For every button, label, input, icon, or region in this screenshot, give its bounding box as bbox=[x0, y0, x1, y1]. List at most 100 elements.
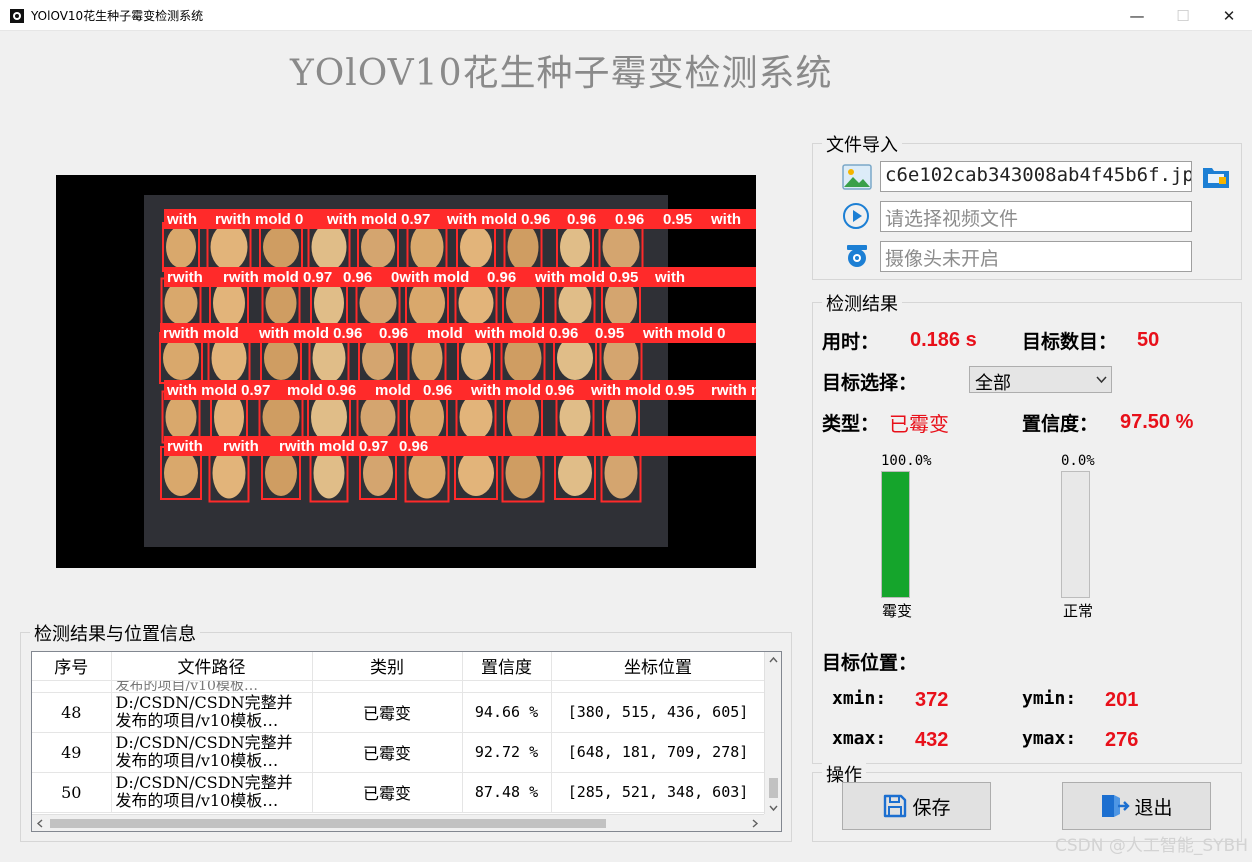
minimize-button[interactable]: — bbox=[1114, 0, 1160, 31]
horizontal-scrollbar[interactable] bbox=[32, 814, 765, 831]
folder-icon[interactable] bbox=[1201, 162, 1231, 190]
video-file-field[interactable]: 请选择视频文件 bbox=[880, 201, 1192, 232]
header-class[interactable]: 类别 bbox=[312, 652, 463, 681]
detection-label: 0.96 bbox=[379, 325, 408, 342]
table-row[interactable]: 发布的项目/v10模板… bbox=[32, 680, 766, 693]
header-path[interactable]: 文件路径 bbox=[111, 652, 313, 681]
detection-label: 0with mold bbox=[391, 269, 469, 286]
peanut-seed bbox=[410, 223, 444, 271]
table-row[interactable]: 49 D:/CSDN/CSDN完整并 发布的项目/v10模板… 已霉变 92.7… bbox=[32, 732, 766, 773]
confidence-value: 97.50 % bbox=[1120, 411, 1194, 433]
cell-path-line: 发布的项目/v10模板… bbox=[115, 792, 279, 810]
close-button[interactable]: ✕ bbox=[1206, 0, 1252, 31]
peanut-seed bbox=[558, 450, 592, 496]
peanut-seed bbox=[558, 281, 592, 325]
peanut-seed bbox=[164, 450, 198, 496]
detection-label: with mold 0.96 bbox=[258, 325, 362, 342]
detection-label: mold bbox=[375, 382, 411, 399]
target-select-label: 目标选择： bbox=[822, 372, 918, 394]
image-file-icon[interactable] bbox=[842, 163, 872, 191]
window-title: YOlOV10花生种子霉变检测系统 bbox=[31, 9, 204, 23]
peanut-seed bbox=[359, 281, 397, 325]
detection-label: with mold 0.96 bbox=[470, 382, 574, 399]
detection-label: mold bbox=[427, 325, 463, 342]
peanut-seed bbox=[602, 223, 640, 271]
result-group-title: 检测结果 bbox=[822, 290, 902, 316]
cell-path-line: D:/CSDN/CSDN完整并 bbox=[115, 734, 293, 752]
peanut-seed bbox=[507, 223, 539, 271]
maximize-button[interactable]: ☐ bbox=[1160, 0, 1206, 31]
camera-icon[interactable] bbox=[842, 242, 872, 270]
table-row[interactable]: 48 D:/CSDN/CSDN完整并 发布的项目/v10模板… 已霉变 94.6… bbox=[32, 692, 766, 733]
cell-coordinates: [380, 515, 436, 605] bbox=[551, 692, 766, 733]
exit-icon bbox=[1102, 795, 1131, 817]
detection-label: 0.96 bbox=[423, 382, 452, 399]
peanut-seed bbox=[458, 281, 494, 325]
detection-label: mold 0.96 bbox=[287, 382, 356, 399]
detection-label: rwith mold bbox=[163, 325, 239, 342]
cell-path: D:/CSDN/CSDN完整并 发布的项目/v10模板… bbox=[111, 772, 313, 813]
camera-status-field[interactable]: 摄像头未开启 bbox=[880, 241, 1192, 272]
normal-bar-percent: 0.0% bbox=[1061, 453, 1095, 469]
header-index[interactable]: 序号 bbox=[32, 652, 112, 681]
table-header-row: 序号 文件路径 类别 置信度 坐标位置 bbox=[32, 652, 766, 681]
type-label: 类型： bbox=[822, 413, 880, 435]
detection-label: with bbox=[710, 211, 741, 228]
detection-label: with mold 0.96 bbox=[474, 325, 578, 342]
xmin-label: xmin: bbox=[832, 688, 887, 709]
ymin-label: ymin: bbox=[1022, 688, 1077, 709]
page-title: YOlOV10花生种子霉变检测系统 bbox=[290, 53, 833, 94]
detection-label: rwith mold 0.97 bbox=[223, 269, 332, 286]
normal-progress-bar bbox=[1061, 471, 1090, 598]
file-import-title: 文件导入 bbox=[822, 131, 902, 157]
detection-label: rwith mold 0.97 bbox=[279, 438, 388, 455]
ymax-value: 276 bbox=[1105, 729, 1139, 751]
cell-coordinates: [285, 521, 348, 603] bbox=[551, 772, 766, 813]
cell-path: 发布的项目/v10模板… bbox=[111, 680, 313, 693]
detection-label: 0.96 bbox=[343, 269, 372, 286]
cell-coordinates bbox=[551, 680, 766, 693]
results-grid: 序号 文件路径 类别 置信度 坐标位置 发布的项目/v10模板… 48 D:/C… bbox=[32, 652, 766, 813]
target-select[interactable]: 全部 bbox=[969, 366, 1112, 394]
cell-path: D:/CSDN/CSDN完整并 发布的项目/v10模板… bbox=[111, 692, 313, 733]
type-value: 已霉变 bbox=[889, 412, 949, 436]
ymin-value: 201 bbox=[1105, 689, 1139, 711]
image-path-field[interactable]: c6e102cab343008ab4f45b6f.jpg bbox=[880, 161, 1192, 192]
horizontal-scroll-thumb bbox=[50, 819, 606, 828]
results-table[interactable]: 序号 文件路径 类别 置信度 坐标位置 发布的项目/v10模板… 48 D:/C… bbox=[31, 651, 782, 832]
peanut-seed bbox=[166, 226, 196, 268]
scroll-corner bbox=[764, 814, 781, 831]
vertical-scroll-thumb bbox=[769, 778, 778, 798]
save-button[interactable]: 保存 bbox=[842, 782, 991, 830]
header-coordinates[interactable]: 坐标位置 bbox=[551, 652, 766, 681]
vertical-scrollbar[interactable] bbox=[764, 652, 781, 816]
target-select-value: 全部 bbox=[975, 373, 1011, 394]
mold-bar-percent: 100.0% bbox=[881, 453, 932, 469]
exit-button[interactable]: 退出 bbox=[1062, 782, 1211, 830]
cell-class: 已霉变 bbox=[312, 732, 463, 773]
normal-bar-label: 正常 bbox=[1063, 602, 1094, 620]
table-group-title: 检测结果与位置信息 bbox=[30, 620, 200, 646]
xmax-value: 432 bbox=[915, 729, 949, 751]
peanut-seed bbox=[265, 450, 297, 496]
peanut-seed bbox=[165, 394, 197, 440]
peanut-seed bbox=[265, 281, 297, 325]
peanut-seed bbox=[262, 394, 300, 440]
detection-label: rwith mold 0 bbox=[215, 211, 303, 228]
cell-path-line: D:/CSDN/CSDN完整并 bbox=[115, 694, 293, 712]
detection-label: rwith bbox=[223, 438, 259, 455]
detection-label: with bbox=[654, 269, 685, 286]
video-play-icon[interactable] bbox=[842, 202, 872, 230]
detection-canvas: with rwith mold 0 with mold 0.97 with mold … bbox=[144, 195, 756, 547]
detection-label: with mold 0.97 bbox=[166, 382, 270, 399]
cell-coordinates: [648, 181, 709, 278] bbox=[551, 732, 766, 773]
detection-label: 0.96 bbox=[487, 269, 516, 286]
scroll-right-icon bbox=[752, 819, 759, 828]
detection-label: 0.95 bbox=[595, 325, 624, 342]
detection-label: rwith bbox=[167, 269, 203, 286]
header-confidence[interactable]: 置信度 bbox=[462, 652, 552, 681]
save-button-label: 保存 bbox=[912, 796, 951, 819]
table-row[interactable]: 50 D:/CSDN/CSDN完整并 发布的项目/v10模板… 已霉变 87.4… bbox=[32, 772, 766, 813]
cell-path: D:/CSDN/CSDN完整并 发布的项目/v10模板… bbox=[111, 732, 313, 773]
peanut-seed bbox=[263, 226, 299, 268]
